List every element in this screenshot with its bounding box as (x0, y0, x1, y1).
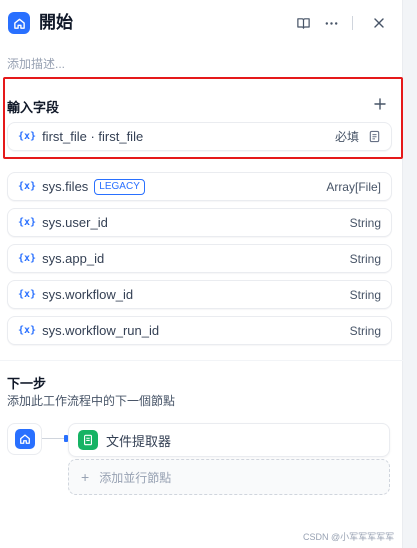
home-icon (8, 12, 30, 34)
variable-icon: {x} (18, 289, 37, 300)
watermark: CSDN @小军军军军军 (303, 532, 395, 542)
section-divider (0, 360, 403, 361)
add-parallel-node-button[interactable]: + 添加並行節點 (68, 459, 390, 495)
system-var-row[interactable]: {x} sys.user_id String (7, 208, 392, 237)
input-field-name: first_file · first_file (42, 129, 144, 144)
next-node-label: 文件提取器 (106, 433, 172, 449)
input-fields-title: 輸入字段 (7, 100, 60, 115)
variable-icon: {x} (18, 217, 37, 228)
flow-connector (42, 438, 66, 439)
close-icon[interactable] (368, 12, 390, 34)
system-var-row[interactable]: {x} sys.workflow_id String (7, 280, 392, 309)
system-var-type: Array[File] (326, 179, 381, 194)
variable-icon: {x} (18, 325, 37, 336)
input-field-row[interactable]: {x} first_file · first_file 必填 (7, 122, 392, 151)
variable-icon: {x} (18, 253, 37, 264)
system-var-name: sys.app_id (42, 251, 105, 266)
document-icon[interactable] (367, 130, 381, 144)
canvas-edge (403, 0, 417, 548)
home-icon (14, 429, 35, 449)
plus-icon[interactable] (372, 96, 388, 112)
system-var-type: String (349, 251, 381, 266)
next-step-title: 下一步 (7, 376, 47, 391)
panel-title: 開始 (39, 13, 73, 32)
system-var-type: String (349, 287, 381, 302)
document-extractor-icon (78, 430, 98, 450)
system-var-name: sys.user_id (42, 215, 108, 230)
system-var-type: String (349, 323, 381, 338)
description-input[interactable]: 添加描述... (7, 55, 65, 72)
system-var-name: sys.workflow_run_id (42, 323, 160, 338)
system-var-name: sys.files (42, 179, 89, 194)
system-var-row[interactable]: {x} sys.app_id String (7, 244, 392, 273)
system-var-row[interactable]: {x} sys.workflow_run_id String (7, 316, 392, 345)
variable-icon: {x} (18, 131, 37, 142)
next-node-document-extractor[interactable]: 文件提取器 (68, 423, 390, 457)
system-var-row[interactable]: {x} sys.files LEGACY Array[File] (7, 172, 392, 201)
start-node-panel: 開始 添加描述... 輸入字段 {x} first_file · first_f… (0, 0, 403, 548)
system-var-name: sys.workflow_id (42, 287, 134, 302)
flow-start-node (7, 423, 42, 455)
system-var-type: String (349, 215, 381, 230)
panel-header: 開始 (0, 0, 403, 48)
book-open-icon[interactable] (292, 12, 314, 34)
required-label: 必填 (334, 130, 359, 144)
more-horizontal-icon[interactable] (320, 12, 342, 34)
plus-icon: + (81, 469, 90, 485)
legacy-badge: LEGACY (94, 178, 145, 195)
next-step-description: 添加此工作流程中的下一個節點 (7, 394, 176, 408)
header-divider (352, 16, 353, 30)
variable-icon: {x} (18, 181, 37, 192)
add-parallel-label: 添加並行節點 (99, 470, 172, 485)
